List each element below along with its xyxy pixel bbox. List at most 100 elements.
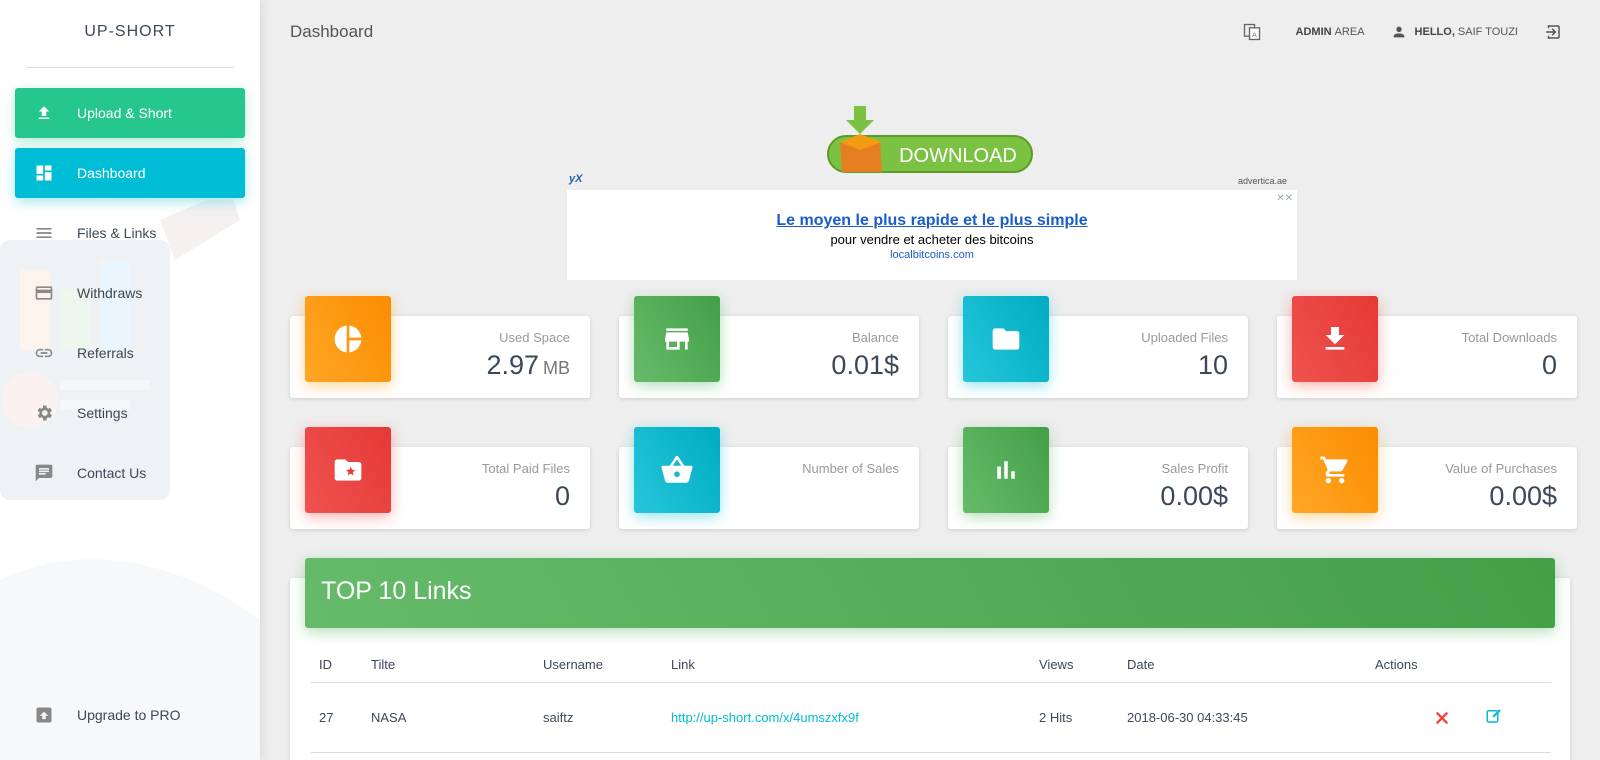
sidebar-item-upload-short[interactable]: Upload & Short [15, 88, 245, 138]
logout-button[interactable] [1544, 23, 1570, 41]
top-navbar: Dashboard A ADMIN AREA HELLO, SAIF TOUZI [260, 0, 1600, 64]
sidebar-item-label: Files & Links [77, 225, 157, 241]
card-value: 0 [1541, 350, 1557, 380]
chat-icon [33, 462, 55, 484]
cell-link[interactable]: http://up-short.com/x/4umszxfx9f [663, 682, 1031, 753]
card-value: 0.00$ [1160, 481, 1228, 511]
card-uploaded-files: Uploaded Files 10 [948, 296, 1248, 398]
cell-title: NASA [363, 682, 535, 753]
credit-card-icon [33, 282, 55, 304]
edit-button[interactable] [1479, 707, 1509, 725]
table-row: 27 NASA saiftz http://up-short.com/x/4um… [311, 682, 1551, 753]
ad-close-icon[interactable]: ✕✕ [1276, 193, 1293, 204]
card-total-downloads: Total Downloads 0 [1277, 296, 1577, 398]
card-total-paid-files: Total Paid Files 0 [290, 427, 590, 529]
top-right-menu: A ADMIN AREA HELLO, SAIF TOUZI [1216, 22, 1570, 42]
table-header-row: ID Tilte Username Link Views Date Action… [311, 648, 1551, 683]
bar-chart-icon [963, 427, 1049, 513]
upload-icon [33, 102, 55, 124]
sidebar-item-upgrade-pro[interactable]: Upgrade to PRO [15, 690, 245, 740]
card-label: Total Paid Files [481, 461, 570, 476]
sidebar-item-files-links[interactable]: Files & Links [15, 208, 245, 258]
store-icon [634, 296, 720, 382]
list-icon [33, 222, 55, 244]
cell-views: 2 Hits [1031, 682, 1119, 753]
card-number-of-sales: Number of Sales [619, 427, 919, 529]
link-icon [33, 342, 55, 364]
column-header: Actions [1367, 648, 1551, 683]
card-label: Balance [852, 330, 899, 345]
card-balance: Balance 0.01$ [619, 296, 919, 398]
sidebar-item-label: Contact Us [77, 465, 147, 481]
cell-id: 27 [311, 682, 363, 753]
card-value: 0.00$ [1489, 481, 1557, 511]
column-header: Link [663, 648, 1031, 683]
folder-icon [963, 296, 1049, 382]
card-label: Value of Purchases [1445, 461, 1557, 476]
card-label: Total Downloads [1461, 330, 1557, 345]
cell-date: 2018-06-30 04:33:45 [1119, 682, 1367, 753]
logout-icon [1546, 25, 1560, 39]
user-icon [1393, 26, 1404, 38]
admin-area-link[interactable]: ADMIN AREA [1296, 26, 1365, 38]
sidebar-item-label: Referrals [77, 345, 134, 361]
brand-logo[interactable]: UP-SHORT [0, 0, 260, 68]
cell-actions [1367, 682, 1551, 753]
sidebar-item-dashboard[interactable]: Dashboard [15, 148, 245, 198]
cart-icon [1292, 427, 1378, 513]
edit-icon [1486, 708, 1501, 723]
card-used-space: Used Space 2.97 MB [290, 296, 590, 398]
upgrade-icon [33, 704, 55, 726]
card-value: 2.97 MB [486, 350, 570, 380]
card-label: Used Space [499, 330, 570, 345]
sidebar-nav: Upload & Short Dashboard Files & Links W… [0, 88, 260, 498]
download-ad-text: DOWNLOAD [899, 145, 1017, 167]
column-header: Views [1031, 648, 1119, 683]
card-label: Sales Profit [1161, 461, 1228, 476]
translate-button[interactable]: A [1242, 22, 1270, 42]
svg-text:A: A [1252, 32, 1257, 39]
top-links-table: ID Tilte Username Link Views Date Action… [311, 648, 1551, 753]
column-header: Tilte [363, 648, 535, 683]
text-ad[interactable]: ✕✕ Le moyen le plus rapide et le plus si… [567, 190, 1297, 280]
ad-headline[interactable]: Le moyen le plus rapide et le plus simpl… [567, 212, 1297, 230]
user-menu[interactable]: HELLO, SAIF TOUZI [1391, 24, 1518, 40]
card-value: 0 [554, 481, 570, 511]
ad-network-logo: yX [569, 173, 583, 185]
download-ad-banner[interactable]: DOWNLOAD [820, 104, 1040, 176]
sidebar: UP-SHORT Upload & Short Dashboard Files … [0, 0, 260, 760]
card-value-of-purchases: Value of Purchases 0.00$ [1277, 427, 1577, 529]
sidebar-item-withdraws[interactable]: Withdraws [15, 268, 245, 318]
gear-icon [33, 402, 55, 424]
card-label: Number of Sales [802, 461, 899, 476]
ad-subtitle: pour vendre et acheter des bitcoins [830, 232, 1034, 247]
ad-source: advertica.ae [1238, 176, 1288, 186]
basket-icon [634, 427, 720, 513]
sidebar-item-label: Upgrade to PRO [77, 707, 181, 723]
sidebar-item-label: Dashboard [77, 165, 146, 181]
sidebar-item-label: Settings [77, 405, 128, 421]
column-header: Date [1119, 648, 1367, 683]
card-value: 10 [1197, 350, 1228, 380]
dashboard-icon [33, 162, 55, 184]
sidebar-item-label: Withdraws [77, 285, 143, 301]
pie-chart-icon [305, 296, 391, 382]
download-icon [1292, 296, 1378, 382]
column-header: ID [311, 648, 363, 683]
card-label: Uploaded Files [1141, 330, 1228, 345]
card-sales-profit: Sales Profit 0.00$ [948, 427, 1248, 529]
delete-button[interactable] [1427, 711, 1457, 725]
top-links-title: TOP 10 Links [305, 558, 1555, 628]
cell-username: saiftz [535, 682, 663, 753]
sidebar-item-label: Upload & Short [77, 105, 172, 121]
ad-url[interactable]: localbitcoins.com [567, 249, 1297, 261]
folder-star-icon [305, 427, 391, 513]
page-title: Dashboard [290, 22, 374, 41]
sidebar-item-referrals[interactable]: Referrals [15, 328, 245, 378]
sidebar-item-settings[interactable]: Settings [15, 388, 245, 438]
translate-icon: A [1243, 23, 1260, 41]
sidebar-item-contact-us[interactable]: Contact Us [15, 448, 245, 498]
card-value: 0.01$ [831, 350, 899, 380]
close-icon [1436, 711, 1448, 724]
column-header: Username [535, 648, 663, 683]
